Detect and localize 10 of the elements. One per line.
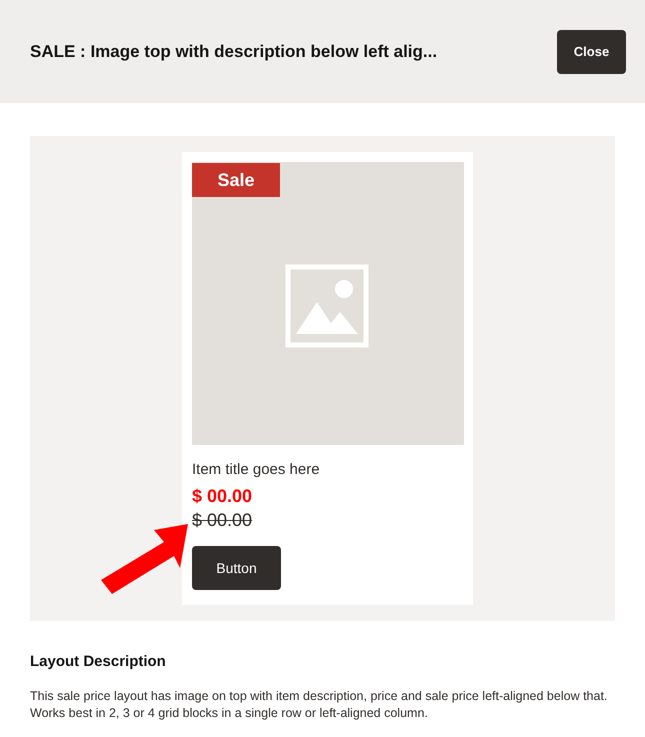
section-heading: Layout Description — [30, 652, 167, 672]
arrow-icon — [100, 522, 190, 596]
sale-price: $ 00.00 — [192, 485, 254, 508]
close-button[interactable]: Close — [557, 30, 626, 74]
dialog-title: SALE : Image top with description below left alig... — [30, 40, 438, 63]
card-button[interactable]: Button — [192, 546, 281, 590]
description-text: This sale price layout has image on top with item description, price and sale price left-aligned below that. Works best in 2, 3 or 4 grid blocks in a single row or left-aligned column. — [30, 688, 608, 722]
item-title: Item title goes here — [192, 460, 321, 480]
original-price: $ 00.00 — [192, 509, 254, 532]
sale-badge: Sale — [192, 163, 280, 197]
